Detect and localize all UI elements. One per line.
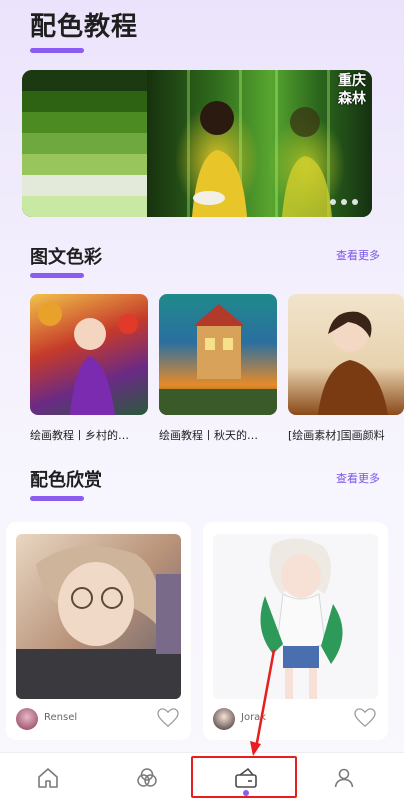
author-avatar[interactable] bbox=[16, 708, 38, 730]
gallery-more-link[interactable]: 查看更多 bbox=[336, 470, 380, 486]
gallery-image bbox=[213, 534, 378, 699]
color-palette bbox=[22, 70, 147, 217]
nav-home[interactable] bbox=[18, 753, 78, 803]
section-title-gallery: 配色欣赏 bbox=[30, 470, 102, 491]
author-name[interactable]: Jorak bbox=[241, 712, 266, 723]
title-underline bbox=[30, 48, 84, 53]
heart-icon[interactable] bbox=[157, 708, 179, 728]
palette-swatch bbox=[22, 91, 147, 112]
author-avatar[interactable] bbox=[213, 708, 235, 730]
banner-tag: 重庆 森林 bbox=[338, 73, 366, 107]
carousel-dot bbox=[330, 199, 336, 205]
heart-icon[interactable] bbox=[354, 708, 376, 728]
article-card[interactable]: 绘画教程丨乡村的… bbox=[30, 294, 148, 443]
gallery-card[interactable]: Rensel bbox=[6, 522, 191, 740]
article-thumbnail bbox=[288, 294, 404, 415]
nav-colors[interactable] bbox=[117, 753, 177, 803]
section-underline bbox=[30, 496, 84, 501]
article-card[interactable]: 绘画教程丨秋天的… bbox=[159, 294, 277, 443]
carousel-dot bbox=[341, 199, 347, 205]
gallery-card[interactable]: Jorak bbox=[203, 522, 388, 740]
gallery-image bbox=[16, 534, 181, 699]
highlight-box bbox=[191, 756, 297, 798]
article-caption: 绘画教程丨乡村的… bbox=[30, 429, 129, 442]
article-thumbnail bbox=[30, 294, 148, 415]
article-caption: 绘画教程丨秋天的… bbox=[159, 429, 258, 442]
author-name[interactable]: Rensel bbox=[44, 712, 77, 723]
profile-icon bbox=[334, 768, 354, 788]
carousel-dot bbox=[352, 199, 358, 205]
palette-swatch bbox=[22, 154, 147, 175]
article-card[interactable]: [绘画素材]国画颜料 bbox=[288, 294, 404, 443]
palette-swatch bbox=[22, 70, 147, 91]
article-caption: [绘画素材]国画颜料 bbox=[288, 429, 385, 442]
section-underline bbox=[30, 273, 84, 278]
home-icon bbox=[38, 768, 58, 788]
color-circles-icon bbox=[137, 768, 157, 787]
palette-swatch bbox=[22, 196, 147, 217]
section-title-tutorials: 图文色彩 bbox=[30, 247, 102, 268]
banner-carousel[interactable]: 重庆 森林 bbox=[22, 70, 372, 217]
page-title: 配色教程 bbox=[30, 12, 139, 42]
palette-swatch bbox=[22, 175, 147, 196]
palette-swatch bbox=[22, 133, 147, 154]
carousel-indicator bbox=[330, 199, 358, 205]
article-thumbnail bbox=[159, 294, 277, 415]
palette-swatch bbox=[22, 112, 147, 133]
tutorials-more-link[interactable]: 查看更多 bbox=[336, 247, 380, 263]
nav-profile[interactable] bbox=[314, 753, 374, 803]
